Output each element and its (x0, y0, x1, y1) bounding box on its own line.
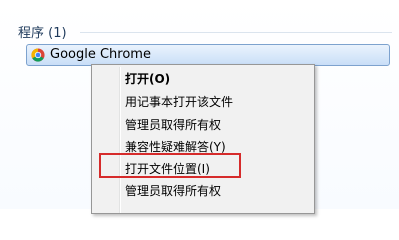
chrome-icon (31, 48, 45, 62)
context-menu: 打开(O) 用记事本打开该文件 管理员取得所有权 兼容性疑难解答(Y) 打开文件… (91, 64, 315, 214)
annotation-highlight-box (99, 153, 241, 178)
menu-item-open-with-notepad[interactable]: 用记事本打开该文件 (125, 94, 233, 110)
menu-item-take-ownership[interactable]: 管理员取得所有权 (125, 117, 221, 133)
group-divider (80, 32, 392, 33)
search-result-label: Google Chrome (50, 47, 151, 62)
menu-item-take-ownership-2[interactable]: 管理员取得所有权 (125, 183, 221, 199)
group-header-programs: 程序 (1) (18, 26, 67, 41)
menu-item-open[interactable]: 打开(O) (125, 71, 170, 87)
start-menu-search-results: 程序 (1) Google Chrome 打开(O) 用记事本打开该文件 管理员… (0, 0, 399, 214)
menu-gutter-separator (119, 67, 121, 213)
search-result-google-chrome[interactable]: Google Chrome (26, 44, 390, 66)
